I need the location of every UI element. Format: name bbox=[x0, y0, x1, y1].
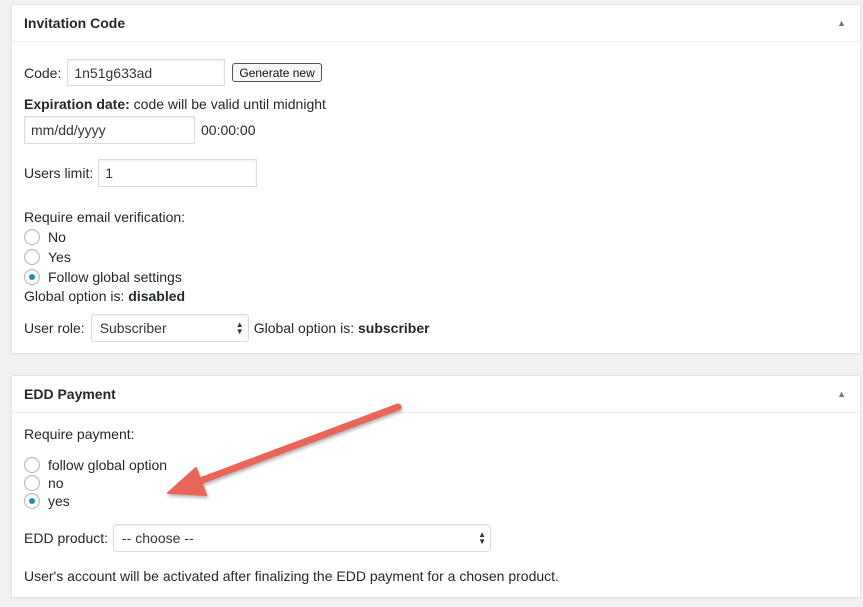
invitation-code-panel: Invitation Code ▲ Code: 1n51g633ad Gener… bbox=[11, 4, 861, 354]
radio-no[interactable] bbox=[24, 475, 40, 491]
expiration-hint: code will be valid until midnight bbox=[129, 96, 326, 112]
global-role-value: subscriber bbox=[357, 320, 430, 336]
radio-follow-global[interactable] bbox=[24, 269, 40, 285]
email-option-follow-global[interactable]: Follow global settings bbox=[24, 269, 182, 285]
radio-label-follow-global: Follow global settings bbox=[48, 269, 182, 285]
global-email-value: disabled bbox=[128, 288, 186, 304]
panel-header[interactable]: EDD Payment ▲ bbox=[12, 376, 860, 413]
expiration-date-input[interactable]: mm/dd/yyyy bbox=[24, 116, 195, 144]
require-payment-label: Require payment: bbox=[24, 426, 135, 442]
expiration-label: Expiration date: bbox=[24, 96, 130, 112]
radio-yes[interactable] bbox=[24, 493, 40, 509]
radio-label-yes: yes bbox=[48, 493, 70, 509]
radio-label-no: No bbox=[48, 229, 66, 245]
panel-title: EDD Payment bbox=[24, 386, 116, 402]
user-role-select[interactable]: Subscriber ▲ ▼ bbox=[90, 314, 249, 342]
expiration-time: 00:00:00 bbox=[201, 122, 256, 138]
edd-info-text: User's account will be activated after f… bbox=[24, 568, 559, 584]
user-role-value: Subscriber bbox=[99, 320, 167, 336]
updown-arrows-icon: ▲ ▼ bbox=[478, 530, 487, 546]
user-role-label: User role: bbox=[24, 320, 85, 336]
panel-title: Invitation Code bbox=[24, 15, 126, 31]
edd-payment-panel: EDD Payment ▲ Require payment: follow gl… bbox=[11, 375, 861, 598]
code-input[interactable]: 1n51g633ad bbox=[67, 59, 226, 86]
radio-label-yes: Yes bbox=[48, 249, 71, 265]
users-limit-label: Users limit: bbox=[24, 165, 94, 181]
triangle-up-icon[interactable]: ▲ bbox=[837, 389, 846, 399]
payment-option-no[interactable]: no bbox=[24, 475, 64, 491]
radio-label-follow-global-option: follow global option bbox=[48, 457, 168, 473]
panel-header[interactable]: Invitation Code ▲ bbox=[12, 5, 860, 42]
edd-product-select[interactable]: -- choose -- ▲ ▼ bbox=[113, 524, 492, 552]
users-limit-input[interactable]: 1 bbox=[98, 159, 258, 187]
code-label: Code: bbox=[24, 64, 62, 81]
edd-product-value: -- choose -- bbox=[122, 530, 194, 546]
payment-option-yes[interactable]: yes bbox=[24, 493, 70, 509]
email-option-no[interactable]: No bbox=[24, 229, 66, 245]
radio-no[interactable] bbox=[24, 229, 40, 245]
radio-follow-global-option[interactable] bbox=[24, 457, 40, 473]
payment-option-follow-global[interactable]: follow global option bbox=[24, 457, 167, 473]
email-verification-label: Require email verification: bbox=[24, 209, 186, 225]
generate-new-button[interactable]: Generate new bbox=[232, 63, 322, 82]
edd-product-label: EDD product: bbox=[24, 530, 109, 546]
triangle-up-icon[interactable]: ▲ bbox=[837, 18, 846, 28]
radio-yes[interactable] bbox=[24, 249, 40, 265]
radio-label-no: no bbox=[48, 475, 64, 491]
global-role-prefix: Global option is: bbox=[253, 320, 358, 336]
email-option-yes[interactable]: Yes bbox=[24, 249, 71, 265]
global-email-prefix: Global option is: bbox=[24, 288, 129, 304]
updown-arrows-icon: ▲ ▼ bbox=[235, 320, 244, 336]
